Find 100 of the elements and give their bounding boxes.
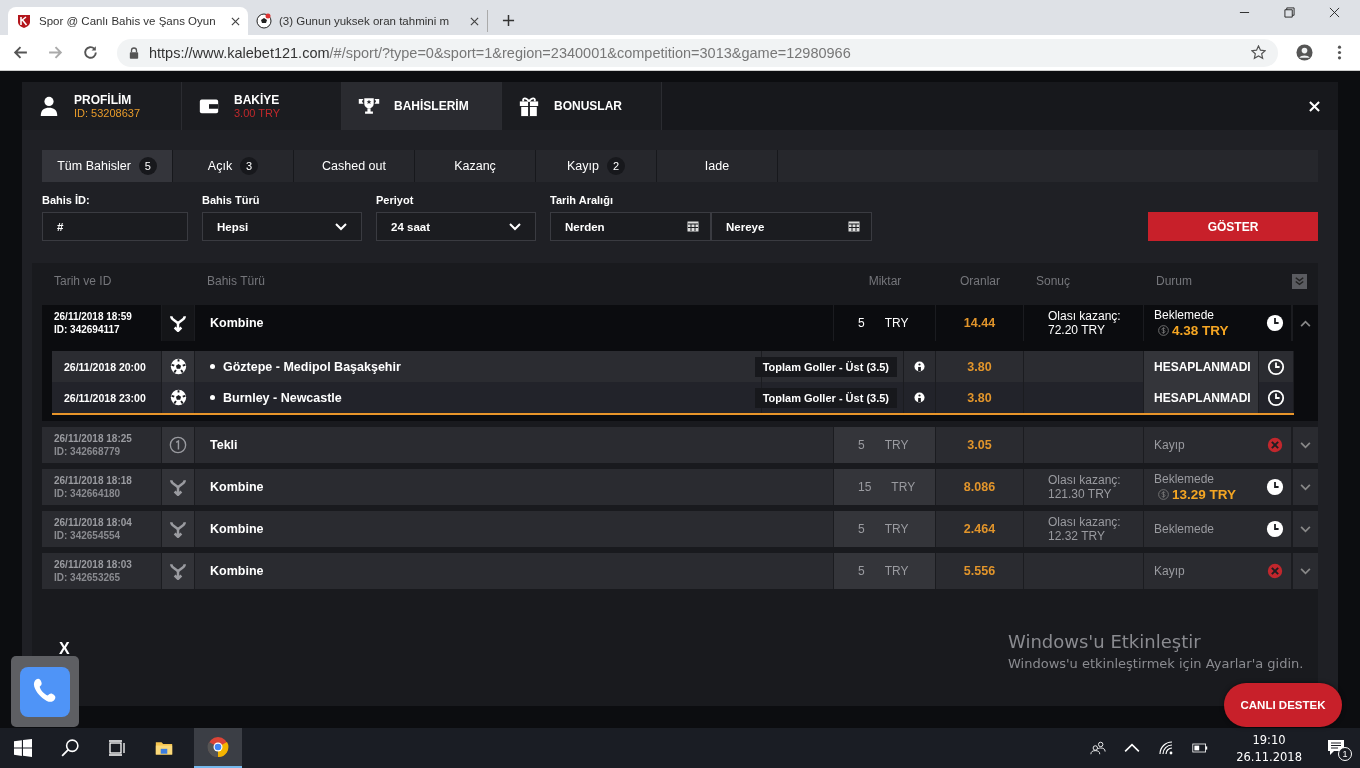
bet-status: Beklemede: [1154, 521, 1215, 537]
bet-row[interactable]: 26/11/2018 18:59 ID: 342694117 Kombine 5 TRY 14.44 Olası kazanç: 72.20 TRY Beklemede 4.38 TRY: [42, 305, 1318, 341]
calendar-icon[interactable]: [687, 220, 699, 232]
people-icon[interactable]: [1090, 740, 1107, 756]
market-tag: Toplam Goller - Üst (3.5): [754, 387, 897, 408]
account-tab[interactable]: BAHİSLERİM: [342, 82, 502, 130]
odds-value: 14.44: [963, 316, 996, 330]
close-icon[interactable]: [231, 16, 240, 26]
bet-id: ID: 342694117: [54, 324, 120, 335]
clock-icon: [1267, 357, 1285, 376]
chevron-down-icon: [509, 222, 521, 231]
lost-icon: [1266, 562, 1284, 580]
battery-icon[interactable]: [1192, 740, 1209, 756]
currency: TRY: [884, 438, 909, 452]
info-icon[interactable]: [914, 392, 925, 403]
coin-icon: [1158, 489, 1169, 500]
stake-amount: 5: [858, 522, 865, 536]
clock-icon: [1267, 388, 1285, 407]
date-field[interactable]: Nereye: [711, 212, 872, 241]
close-label[interactable]: X: [59, 640, 70, 658]
account-icon[interactable]: [1296, 44, 1313, 61]
account-tab[interactable]: BONUSLAR: [502, 82, 662, 130]
info-icon[interactable]: [914, 361, 925, 372]
expand-icon[interactable]: [1300, 441, 1311, 449]
field-label: Tarih Aralığı: [550, 194, 614, 206]
account-tab[interactable]: PROFİLİM ID: 53208637: [22, 82, 182, 130]
new-tab-icon[interactable]: [502, 14, 515, 27]
browser-tab[interactable]: Spor @ Canlı Bahis ve Şans Oyun: [8, 7, 248, 35]
match-name: Göztepe - Medipol Başakşehir: [223, 359, 401, 374]
result-label: Olası kazanç:: [1048, 515, 1121, 529]
bet-date: 26/11/2018 18:18: [54, 475, 132, 486]
count-badge: 5: [138, 157, 157, 175]
expand-icon[interactable]: [1300, 525, 1311, 533]
bet-id-field[interactable]: #: [42, 212, 188, 241]
combo-bet-icon: [169, 520, 187, 538]
bet-id: ID: 342668779: [54, 446, 121, 457]
date-field[interactable]: Nerden: [550, 212, 711, 241]
soccer-ball-icon: [169, 389, 187, 406]
expand-icon[interactable]: [1300, 483, 1311, 491]
result-label: Olası kazanç:: [1048, 473, 1121, 487]
tab-label: BAHİSLERİM: [394, 99, 469, 113]
single-bet-icon: [169, 436, 187, 454]
close-icon[interactable]: [1329, 6, 1340, 18]
coin-icon: [1158, 325, 1169, 336]
currency: TRY: [884, 316, 909, 330]
restore-icon[interactable]: [1284, 6, 1295, 18]
wifi-icon[interactable]: [1158, 740, 1175, 756]
bookmark-star-icon[interactable]: [1251, 45, 1266, 60]
event-status: HESAPLANMADI: [1154, 390, 1251, 405]
taskbar-clock[interactable]: 19:10 26.11.2018: [1226, 732, 1312, 764]
bet-row[interactable]: 26/11/2018 18:18 ID: 342664180 Kombine 15 TRY 8.086 Olası kazanç: 121.30 TRY Beklemede 13.29 TRY: [42, 469, 1318, 505]
show-button[interactable]: GÖSTER: [1148, 212, 1318, 241]
chevron-down-icon: [335, 222, 347, 231]
lock-icon: [129, 46, 139, 59]
stake-amount: 5: [858, 438, 865, 452]
live-support-button[interactable]: CANLI DESTEK: [1224, 683, 1342, 727]
clock-icon: [1266, 478, 1284, 496]
column-header: Tarih ve ID: [53, 274, 113, 288]
bet-row[interactable]: 26/11/2018 18:03 ID: 342653265 Kombine 5 TRY 5.556 Kayıp: [42, 553, 1318, 589]
event-status: HESAPLANMADI: [1154, 359, 1251, 374]
collapse-icon[interactable]: [1300, 319, 1311, 327]
column-header: Sonuç: [1035, 274, 1072, 288]
bet-status: Beklemede: [1154, 308, 1215, 323]
dropdown[interactable]: Hepsi: [202, 212, 362, 241]
tab-subtitle: 3.00 TRY: [234, 107, 281, 119]
bet-id: ID: 342654554: [54, 530, 121, 541]
close-icon[interactable]: [470, 16, 479, 26]
bet-id: ID: 342653265: [54, 572, 121, 583]
back-icon[interactable]: [12, 44, 29, 61]
expand-icon[interactable]: [1300, 567, 1311, 575]
combo-bet-icon: [169, 562, 187, 580]
event-date: 26/11/2018 20:00: [64, 360, 146, 373]
column-header: Oranlar: [959, 274, 1001, 288]
stake-amount: 5: [858, 316, 865, 330]
odds-value: 5.556: [963, 564, 996, 578]
cashout-amount: 4.38 TRY: [1172, 323, 1229, 338]
bet-status: Beklemede: [1154, 472, 1215, 487]
browser-taskbar-button[interactable]: [194, 728, 242, 768]
possible-win: 121.30 TRY: [1048, 487, 1112, 501]
cashout-amount: 13.29 TRY: [1172, 487, 1237, 502]
tab-label: BONUSLAR: [554, 99, 622, 113]
stake-amount: 5: [858, 564, 865, 578]
bet-row[interactable]: 26/11/2018 18:25 ID: 342668779 Tekli 5 TRY 3.05 Kayıp: [42, 427, 1318, 463]
calendar-icon[interactable]: [848, 220, 860, 232]
reload-icon[interactable]: [82, 44, 99, 61]
bet-row[interactable]: 26/11/2018 18:04 ID: 342654554 Kombine 5 TRY 2.464 Olası kazanç: 12.32 TRY Beklemede: [42, 511, 1318, 547]
filter-tab[interactable]: Tüm Bahisler 5: [42, 150, 173, 182]
currency: TRY: [884, 522, 909, 536]
column-header: Durum: [1155, 274, 1193, 288]
gift-icon: [518, 95, 540, 117]
column-header: Miktar: [867, 274, 903, 288]
bet-date: 26/11/2018 18:04: [54, 517, 132, 528]
odds-value: 3.05: [967, 438, 992, 452]
dropdown[interactable]: 24 saat: [376, 212, 536, 241]
account-tab[interactable]: BAKİYE 3.00 TRY: [182, 82, 342, 130]
address-field[interactable]: https://www.kalebet121.com/#/sport/?type=0&sport=1&region=2340001&competition=3013&game=12980966: [117, 38, 1278, 67]
phone-icon[interactable]: [20, 666, 70, 717]
soccer-ball-icon: [256, 13, 272, 29]
trophy-icon: [358, 95, 380, 117]
collapse-all-icon[interactable]: [1292, 273, 1307, 289]
